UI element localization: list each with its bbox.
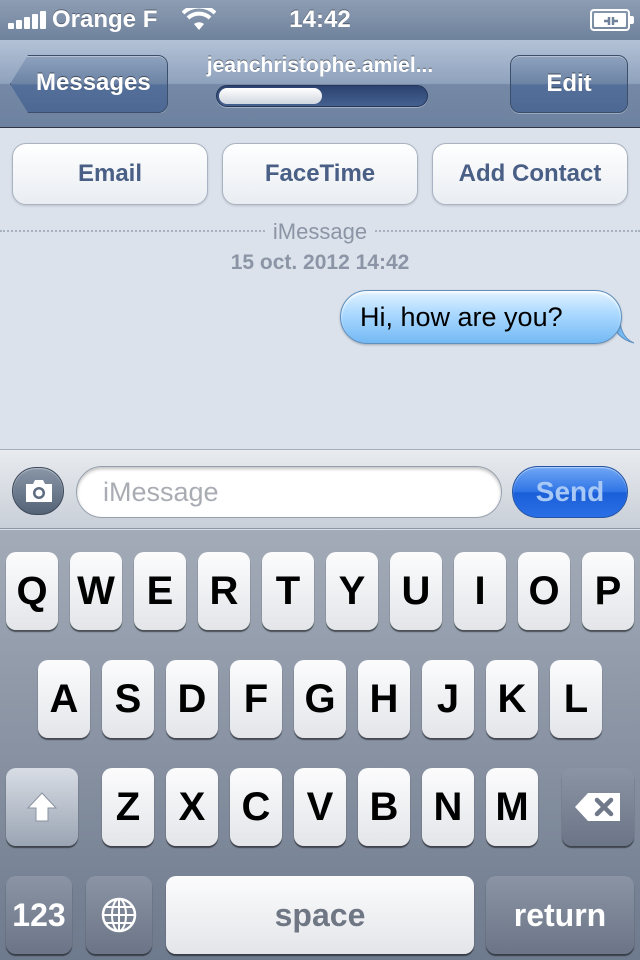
- globe-key[interactable]: [86, 876, 152, 954]
- key-m[interactable]: M: [486, 768, 538, 846]
- key-b[interactable]: B: [358, 768, 410, 846]
- key-g[interactable]: G: [294, 660, 346, 738]
- numbers-key[interactable]: 123: [6, 876, 72, 954]
- email-button[interactable]: Email: [12, 143, 208, 205]
- key-d[interactable]: D: [166, 660, 218, 738]
- navigation-bar: Messages jeanchristophe.amiel... Edit: [0, 40, 640, 128]
- key-s[interactable]: S: [102, 660, 154, 738]
- key-z[interactable]: Z: [102, 768, 154, 846]
- key-h[interactable]: H: [358, 660, 410, 738]
- conversation-area[interactable]: Email FaceTime Add Contact iMessage 15 o…: [0, 129, 640, 449]
- key-c[interactable]: C: [230, 768, 282, 846]
- key-r[interactable]: R: [198, 552, 250, 630]
- edit-button[interactable]: Edit: [510, 55, 628, 113]
- back-messages-button[interactable]: Messages: [10, 55, 168, 113]
- send-progress-fill: [219, 88, 322, 104]
- status-bar: Orange F 14:42: [0, 0, 640, 40]
- key-f[interactable]: F: [230, 660, 282, 738]
- key-v[interactable]: V: [294, 768, 346, 846]
- key-k[interactable]: K: [486, 660, 538, 738]
- shift-key[interactable]: [6, 768, 78, 846]
- facetime-button[interactable]: FaceTime: [222, 143, 418, 205]
- message-composer: Send: [0, 449, 640, 529]
- message-timestamp: 15 oct. 2012 14:42: [230, 251, 410, 274]
- key-e[interactable]: E: [134, 552, 186, 630]
- key-j[interactable]: J: [422, 660, 474, 738]
- service-divider: iMessage: [0, 219, 640, 244]
- conversation-title: jeanchristophe.amiel...: [206, 54, 434, 77]
- key-l[interactable]: L: [550, 660, 602, 738]
- key-a[interactable]: A: [38, 660, 90, 738]
- message-text: Hi, how are you?: [360, 302, 563, 332]
- service-label: iMessage: [264, 219, 376, 244]
- globe-icon: [101, 897, 137, 933]
- key-u[interactable]: U: [390, 552, 442, 630]
- battery-charging-icon: [590, 9, 634, 31]
- key-i[interactable]: I: [454, 552, 506, 630]
- key-n[interactable]: N: [422, 768, 474, 846]
- key-w[interactable]: W: [70, 552, 122, 630]
- key-q[interactable]: Q: [6, 552, 58, 630]
- back-button-label: Messages: [36, 69, 151, 96]
- send-button[interactable]: Send: [512, 466, 628, 518]
- return-key[interactable]: return: [486, 876, 634, 954]
- delete-key[interactable]: [562, 768, 634, 846]
- clock: 14:42: [289, 6, 351, 33]
- keyboard: Q W E R T Y U I O P A S D F G H J K L Z …: [0, 530, 640, 960]
- key-t[interactable]: T: [262, 552, 314, 630]
- key-o[interactable]: O: [518, 552, 570, 630]
- key-y[interactable]: Y: [326, 552, 378, 630]
- shift-arrow-icon: [26, 792, 58, 822]
- add-contact-button[interactable]: Add Contact: [432, 143, 628, 205]
- key-p[interactable]: P: [582, 552, 634, 630]
- camera-button[interactable]: [12, 467, 64, 515]
- space-key[interactable]: space: [166, 876, 474, 954]
- backspace-icon: [575, 793, 620, 821]
- message-input[interactable]: [76, 466, 502, 518]
- key-x[interactable]: X: [166, 768, 218, 846]
- send-progress-bar: [216, 85, 428, 107]
- camera-icon: [26, 480, 52, 502]
- sent-message-bubble[interactable]: Hi, how are you?: [340, 290, 635, 344]
